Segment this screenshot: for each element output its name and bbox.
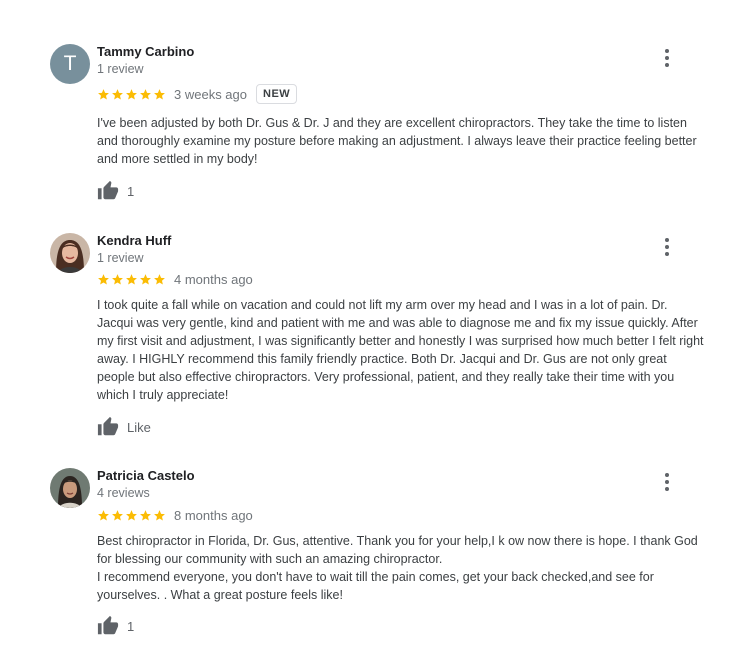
star-icon bbox=[125, 509, 138, 522]
reviewer-review-count: 4 reviews bbox=[97, 486, 150, 500]
thumb-up-icon bbox=[97, 416, 119, 438]
star-icon bbox=[153, 88, 166, 101]
star-icon bbox=[97, 509, 110, 522]
like-count: 1 bbox=[127, 618, 135, 634]
star-icon bbox=[153, 273, 166, 286]
rating-row: 8 months ago bbox=[97, 504, 253, 526]
star-icon bbox=[111, 88, 124, 101]
star-icon bbox=[139, 509, 152, 522]
thumb-up-icon bbox=[97, 180, 119, 202]
review-text: Best chiropractor in Florida, Dr. Gus, a… bbox=[97, 534, 698, 602]
rating-row: 3 weeks ago NEW bbox=[97, 83, 298, 105]
star-icon bbox=[139, 273, 152, 286]
more-vert-icon[interactable] bbox=[655, 235, 679, 259]
like-count: 1 bbox=[127, 183, 135, 199]
star-rating bbox=[97, 509, 166, 522]
avatar[interactable]: T bbox=[50, 44, 90, 84]
more-vert-icon[interactable] bbox=[655, 46, 679, 70]
review-text: I took quite a fall while on vacation an… bbox=[97, 298, 704, 402]
star-icon bbox=[153, 509, 166, 522]
review-date: 8 months ago bbox=[174, 507, 253, 523]
review-date: 4 months ago bbox=[174, 271, 253, 287]
reviewer-name[interactable]: Patricia Castelo bbox=[97, 468, 195, 483]
like-button[interactable]: Like bbox=[97, 416, 151, 438]
star-icon bbox=[97, 273, 110, 286]
avatar-photo bbox=[50, 468, 90, 508]
star-rating bbox=[97, 88, 166, 101]
like-label: Like bbox=[127, 419, 151, 435]
star-icon bbox=[125, 273, 138, 286]
star-icon bbox=[111, 273, 124, 286]
reviewer-name[interactable]: Tammy Carbino bbox=[97, 44, 194, 59]
star-icon bbox=[97, 88, 110, 101]
star-icon bbox=[111, 509, 124, 522]
avatar-photo bbox=[50, 233, 90, 273]
avatar[interactable] bbox=[50, 468, 90, 508]
reviewer-review-count: 1 review bbox=[97, 251, 144, 265]
review-date: 3 weeks ago bbox=[174, 86, 247, 102]
new-badge: NEW bbox=[256, 84, 298, 104]
more-vert-icon[interactable] bbox=[655, 470, 679, 494]
rating-row: 4 months ago bbox=[97, 268, 253, 290]
star-icon bbox=[125, 88, 138, 101]
star-icon bbox=[139, 88, 152, 101]
like-button[interactable]: 1 bbox=[97, 180, 134, 202]
star-rating bbox=[97, 273, 166, 286]
thumb-up-icon bbox=[97, 615, 119, 637]
like-button[interactable]: 1 bbox=[97, 615, 134, 637]
avatar[interactable] bbox=[50, 233, 90, 273]
review-text: I've been adjusted by both Dr. Gus & Dr.… bbox=[97, 116, 697, 166]
reviewer-name[interactable]: Kendra Huff bbox=[97, 233, 171, 248]
reviewer-review-count: 1 review bbox=[97, 62, 144, 76]
